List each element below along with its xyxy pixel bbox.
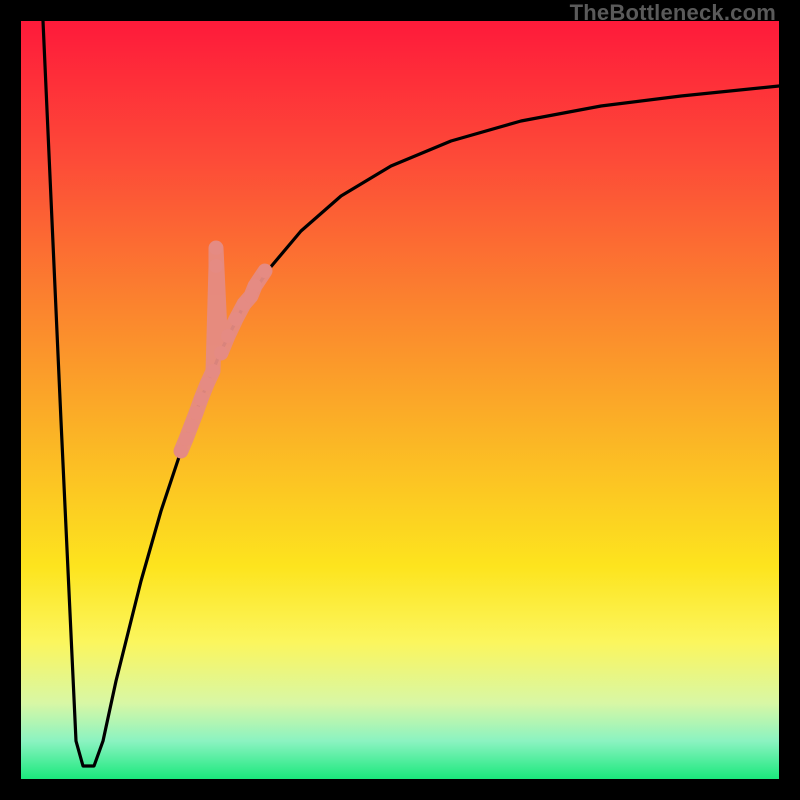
data-point [200, 377, 214, 391]
data-point [189, 406, 203, 420]
data-points [174, 241, 272, 458]
data-point [214, 346, 228, 360]
data-point [194, 392, 208, 406]
bottleneck-curve [43, 21, 779, 766]
chart-frame: TheBottleneck.com [0, 0, 800, 800]
data-point [221, 329, 235, 343]
data-point [179, 432, 193, 446]
data-point [229, 312, 243, 326]
data-point [209, 241, 223, 255]
data-point [209, 259, 223, 273]
data-point [184, 419, 198, 433]
data-point [206, 364, 220, 378]
plot-area [21, 21, 779, 779]
data-point [244, 289, 258, 303]
chart-svg [21, 21, 779, 779]
data-point [174, 444, 188, 458]
data-point [258, 264, 272, 278]
